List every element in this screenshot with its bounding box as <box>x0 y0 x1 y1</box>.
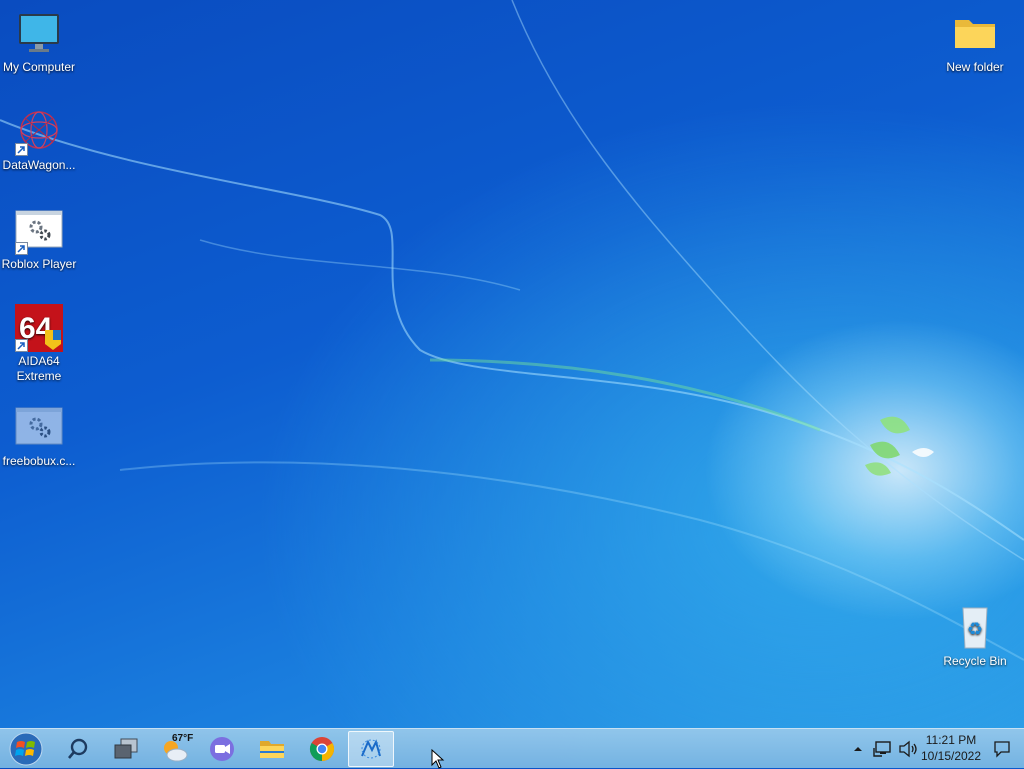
desktop-icon-label: Recycle Bin <box>943 654 1007 668</box>
start-button[interactable] <box>4 731 48 767</box>
notification-center-button[interactable] <box>988 731 1016 767</box>
clock-date: 10/15/2022 <box>920 749 982 763</box>
desktop-icon-datawagon[interactable]: DataWagon... <box>0 108 78 173</box>
aida64-icon: 64 <box>15 304 63 352</box>
datawagon-app-icon <box>361 739 381 759</box>
weather-widget[interactable]: 67°F <box>152 731 196 767</box>
folder-icon <box>951 10 999 58</box>
taskbar-app-video-call[interactable] <box>200 731 244 767</box>
datawagon-icon <box>15 108 63 156</box>
tray-overflow-button[interactable] <box>848 731 868 767</box>
monitor-icon <box>15 10 63 58</box>
desktop-icon-label: Roblox Player <box>1 257 77 271</box>
desktop-icon-label: freebobux.c... <box>2 454 76 468</box>
mouse-cursor-icon <box>431 749 445 769</box>
notification-icon <box>994 741 1010 758</box>
desktop-icon-my-computer[interactable]: My Computer <box>0 10 78 75</box>
file-explorer-icon <box>260 741 284 758</box>
network-button[interactable] <box>870 731 894 767</box>
settings-app-icon <box>15 207 63 255</box>
desktop-icon-label: DataWagon... <box>2 158 76 172</box>
settings-app-icon <box>15 404 63 452</box>
desktop-icon-label: AIDA64 Extreme <box>16 354 62 383</box>
taskbar-app-datawagon[interactable] <box>348 731 394 767</box>
windows-start-icon <box>9 732 43 766</box>
desktop-icon-label: My Computer <box>2 60 76 74</box>
desktop-icon-label: New folder <box>946 60 1004 74</box>
svg-text:♻: ♻ <box>967 619 983 640</box>
task-view-button[interactable] <box>104 731 148 767</box>
clock-time: 11:21 PM <box>925 733 977 747</box>
desktop-icon-roblox-player[interactable]: Roblox Player <box>0 207 78 272</box>
desktop-icon-aida64[interactable]: 64 AIDA64 Extreme <box>0 304 78 384</box>
network-icon <box>873 741 891 757</box>
desktop-icon-new-folder[interactable]: New folder <box>936 10 1014 75</box>
search-icon <box>68 738 88 759</box>
clock[interactable]: 11:21 PM 10/15/2022 <box>919 732 983 764</box>
shortcut-arrow-icon <box>15 242 28 255</box>
volume-icon <box>899 740 917 758</box>
task-view-icon <box>114 738 138 759</box>
leaf-decoration <box>865 416 934 476</box>
chevron-up-icon <box>854 747 862 751</box>
shortcut-arrow-icon <box>15 339 28 352</box>
taskbar-app-file-explorer[interactable] <box>250 731 294 767</box>
recycle-bin-icon: ♻ <box>951 604 999 652</box>
taskbar: 67°F 11:21 PM 10/15/2022 <box>0 728 1024 768</box>
desktop-icon-recycle-bin[interactable]: ♻ Recycle Bin <box>936 604 1014 669</box>
taskbar-app-chrome[interactable] <box>300 731 344 767</box>
shortcut-arrow-icon <box>15 143 28 156</box>
wallpaper <box>0 0 1024 661</box>
search-button[interactable] <box>56 731 100 767</box>
volume-button[interactable] <box>896 731 920 767</box>
desktop-icon-freebobux[interactable]: freebobux.c... <box>0 404 78 469</box>
weather-temperature: 67°F <box>172 733 194 744</box>
chrome-icon <box>309 737 335 761</box>
video-call-icon <box>210 737 234 761</box>
